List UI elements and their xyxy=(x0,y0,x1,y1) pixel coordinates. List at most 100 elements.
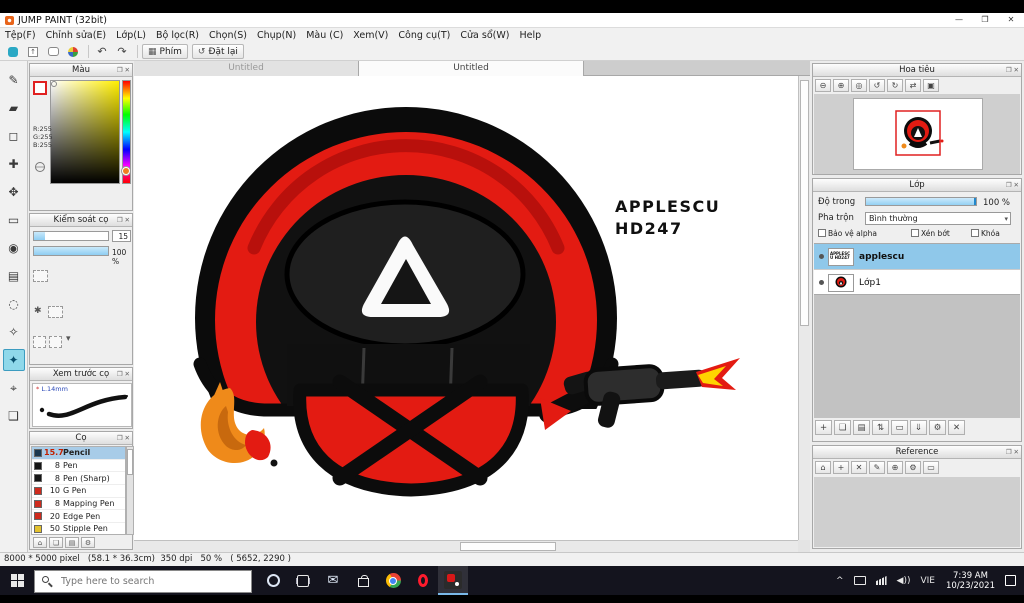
vscroll-thumb[interactable] xyxy=(800,80,809,326)
search-input[interactable] xyxy=(34,569,252,593)
zoom-in-button[interactable]: ⊕ xyxy=(833,79,849,92)
navigator-view[interactable] xyxy=(814,94,1020,174)
brush-row-edge-pen[interactable]: 20 Edge Pen xyxy=(32,510,125,524)
store-button[interactable] xyxy=(348,566,378,595)
brush-row-pencil[interactable]: 15.7 Pencil xyxy=(32,447,125,460)
layer-opacity-slider[interactable] xyxy=(865,197,977,206)
lock-checkbox[interactable]: Khóa xyxy=(971,229,1000,238)
tool-move[interactable]: ✥ xyxy=(3,181,25,203)
brush-option-button[interactable] xyxy=(33,270,48,282)
brush-row-pen-sharp[interactable]: 8 Pen (Sharp) xyxy=(32,472,125,486)
close-panel-icon[interactable]: ✕ xyxy=(125,214,130,227)
minimize-button[interactable]: — xyxy=(946,13,972,27)
drawing-canvas[interactable]: APPLESCU HD247 xyxy=(134,76,798,540)
reset-view-button[interactable]: ↺ Đặt lại xyxy=(191,44,244,59)
tool-brush[interactable]: ✚ xyxy=(3,153,25,175)
tray-expand-button[interactable]: ^ xyxy=(831,566,849,595)
brush-row-mapping-pen[interactable]: 8 Mapping Pen xyxy=(32,498,125,511)
redo-button[interactable]: ↷ xyxy=(113,44,131,59)
menu-help[interactable]: Help xyxy=(514,28,546,43)
taskbar-clock[interactable]: 7:39 AM 10/23/2021 xyxy=(940,571,1001,591)
tool-shape[interactable]: ▭ xyxy=(3,209,25,231)
close-panel-icon[interactable]: ✕ xyxy=(125,368,130,381)
brush-row-gpen[interactable]: 10 G Pen xyxy=(32,485,125,498)
document-tab-1[interactable]: Untitled xyxy=(134,61,359,76)
zoom-fit-button[interactable]: ◎ xyxy=(851,79,867,92)
palette-button[interactable] xyxy=(64,44,82,59)
flip-button[interactable]: ⇄ xyxy=(905,79,921,92)
brush-folder-button[interactable]: ▤ xyxy=(65,537,79,548)
web-color-icon[interactable] xyxy=(35,162,45,172)
reference-home-button[interactable]: ⌂ xyxy=(815,461,831,474)
menu-tools[interactable]: Công cụ(T) xyxy=(393,28,455,43)
brush-home-button[interactable]: ⌂ xyxy=(33,537,47,548)
menu-layer[interactable]: Lớp(L) xyxy=(111,28,151,43)
jump-paint-taskbar-button[interactable] xyxy=(438,566,468,595)
close-panel-icon[interactable]: ✕ xyxy=(1014,446,1019,459)
layer-visibility-toggle[interactable] xyxy=(814,254,828,259)
save-button[interactable]: ↑ xyxy=(24,44,42,59)
comment-button[interactable] xyxy=(44,44,62,59)
dock-icon[interactable]: ❐ xyxy=(117,368,123,381)
reference-frame-button[interactable]: ▭ xyxy=(923,461,939,474)
shortcut-keys-button[interactable]: ▦ Phím xyxy=(142,44,188,59)
saturation-value-picker[interactable] xyxy=(50,80,120,184)
flatten-layer-button[interactable]: ▭ xyxy=(891,420,908,435)
canvas-horizontal-scrollbar[interactable] xyxy=(134,540,798,552)
reference-zoom-button[interactable]: ⊕ xyxy=(887,461,903,474)
layer-row-lop1[interactable]: Lớp1 xyxy=(814,270,1020,296)
hscroll-thumb[interactable] xyxy=(460,542,556,551)
document-tab-2[interactable]: Untitled xyxy=(359,61,584,76)
clipping-checkbox[interactable]: Xén bớt xyxy=(911,229,950,238)
brush-size-slider[interactable] xyxy=(33,231,109,241)
brush-list-scrollbar[interactable] xyxy=(126,446,134,535)
canvas-vertical-scrollbar[interactable] xyxy=(798,76,810,540)
tool-hand[interactable]: ❑ xyxy=(3,405,25,427)
network-button[interactable] xyxy=(871,566,892,595)
maximize-button[interactable]: ❐ xyxy=(972,13,998,27)
reference-add-button[interactable]: + xyxy=(833,461,849,474)
brush-option-button[interactable] xyxy=(33,336,46,348)
zoom-out-button[interactable]: ⊖ xyxy=(815,79,831,92)
close-panel-icon[interactable]: ✕ xyxy=(1014,179,1019,192)
tool-lasso[interactable]: ◌ xyxy=(3,293,25,315)
dock-icon[interactable]: ❐ xyxy=(117,432,123,445)
brush-option-button[interactable] xyxy=(48,306,63,318)
tool-marquee[interactable]: ◻ xyxy=(3,125,25,147)
start-button[interactable] xyxy=(0,566,34,595)
volume-button[interactable]: ◀)) xyxy=(892,566,916,595)
brush-row-stipple-pen[interactable]: 50 Stipple Pen xyxy=(32,523,125,534)
language-indicator[interactable]: VIE xyxy=(916,566,941,595)
menu-filter[interactable]: Bộ lọc(R) xyxy=(151,28,204,43)
delete-layer-button[interactable]: ✕ xyxy=(948,420,965,435)
opera-button[interactable] xyxy=(408,566,438,595)
move-layer-button[interactable]: ⇅ xyxy=(872,420,889,435)
foreground-color-swatch[interactable] xyxy=(33,81,47,95)
menu-select[interactable]: Chọn(S) xyxy=(204,28,252,43)
brush-size-value[interactable]: 15 xyxy=(112,230,131,242)
tool-gradient[interactable]: ▤ xyxy=(3,265,25,287)
close-panel-icon[interactable]: ✕ xyxy=(125,432,130,445)
dock-icon[interactable]: ❐ xyxy=(117,214,123,227)
brush-opacity-slider[interactable] xyxy=(33,246,109,256)
tool-eyedropper[interactable]: ⌖ xyxy=(3,377,25,399)
dock-icon[interactable]: ❐ xyxy=(1006,64,1012,77)
brush-option-button[interactable] xyxy=(49,336,62,348)
add-layer-button[interactable]: + xyxy=(815,420,832,435)
layer-settings-button[interactable]: ⚙ xyxy=(929,420,946,435)
dock-icon[interactable]: ❐ xyxy=(1006,179,1012,192)
mail-button[interactable]: ✉ xyxy=(318,566,348,595)
reference-remove-button[interactable]: ✕ xyxy=(851,461,867,474)
reference-settings-button[interactable]: ⚙ xyxy=(905,461,921,474)
task-view-button[interactable] xyxy=(288,566,318,595)
tool-eraser[interactable]: ▰ xyxy=(3,97,25,119)
layer-visibility-toggle[interactable] xyxy=(814,280,828,285)
rotate-left-button[interactable]: ↺ xyxy=(869,79,885,92)
tool-magnet-select[interactable]: ✧ xyxy=(3,321,25,343)
undo-button[interactable]: ↶ xyxy=(93,44,111,59)
caret-icon[interactable]: ▾ xyxy=(66,334,71,344)
duplicate-layer-button[interactable]: ❏ xyxy=(834,420,851,435)
menu-view[interactable]: Xem(V) xyxy=(348,28,393,43)
layer-row-applescu[interactable]: APPLESCU HD247 applescu xyxy=(814,244,1020,270)
actual-size-button[interactable]: ▣ xyxy=(923,79,939,92)
